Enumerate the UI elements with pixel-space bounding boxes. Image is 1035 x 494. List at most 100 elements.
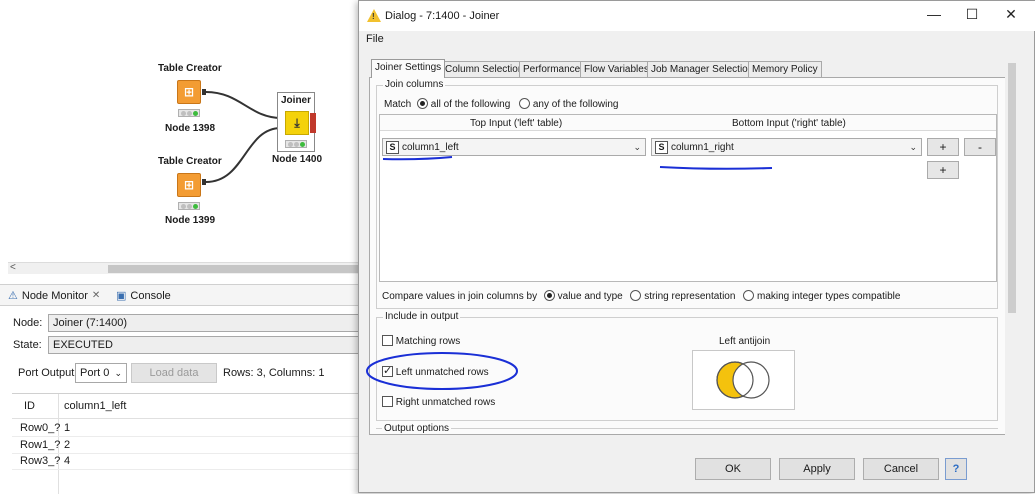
join-columns-group: Join columns Match all of the following … bbox=[376, 79, 998, 309]
node-1399-label: Node 1399 bbox=[165, 215, 216, 226]
load-data-button[interactable]: Load data bbox=[131, 363, 217, 383]
ok-button[interactable]: OK bbox=[695, 458, 771, 480]
match-any-radio[interactable] bbox=[519, 98, 531, 109]
add-condition-button[interactable]: + bbox=[927, 161, 959, 179]
table-icon[interactable]: ⊞ bbox=[177, 80, 201, 104]
add-row-button[interactable]: + bbox=[927, 138, 959, 156]
canvas-horizontal-scrollbar[interactable]: < bbox=[8, 262, 360, 274]
match-all-radio[interactable] bbox=[417, 98, 429, 109]
compare-label: Compare values in join columns by bbox=[382, 291, 538, 302]
node-1398-output-port[interactable] bbox=[202, 89, 206, 95]
compare-integer-radio[interactable] bbox=[743, 290, 755, 301]
match-label: Match bbox=[384, 99, 412, 110]
remove-row-button[interactable]: - bbox=[964, 138, 996, 156]
tab-flow-variables[interactable]: Flow Variables bbox=[580, 61, 653, 77]
row-value: 1 bbox=[64, 422, 71, 434]
state-label: State: bbox=[13, 339, 42, 351]
menu-file[interactable]: File bbox=[366, 33, 384, 45]
table-icon[interactable]: ⊞ bbox=[177, 173, 201, 197]
venn-icon bbox=[716, 361, 770, 399]
compare-value-type-label: value and type bbox=[557, 291, 623, 302]
joiner-dialog: ! Dialog - 7:1400 - Joiner — ☐ ✕ File Jo… bbox=[358, 0, 1035, 493]
output-options-title: Output options bbox=[382, 423, 452, 434]
tab-job-manager-selection[interactable]: Job Manager Selection bbox=[647, 61, 758, 77]
port-select-value: Port 0 bbox=[80, 367, 110, 379]
dialog-title: Dialog - 7:1400 - Joiner bbox=[385, 10, 500, 22]
workflow-canvas[interactable]: Table Creator ⊞ Node 1398 Table Creator … bbox=[0, 0, 360, 262]
join-columns-title: Join columns bbox=[383, 79, 446, 90]
include-output-group: Include in output Matching rows Left unm… bbox=[376, 311, 998, 421]
cancel-button[interactable]: Cancel bbox=[863, 458, 939, 480]
left-unmatched-option[interactable]: Left unmatched rows bbox=[382, 364, 489, 378]
row-value: 2 bbox=[64, 439, 71, 451]
help-button[interactable]: ? bbox=[945, 458, 967, 480]
compare-value-type-radio[interactable] bbox=[543, 290, 555, 301]
dialog-titlebar[interactable]: ! Dialog - 7:1400 - Joiner — ☐ ✕ bbox=[359, 1, 1035, 31]
close-icon[interactable]: ✕ bbox=[92, 290, 100, 301]
right-unmatched-checkbox[interactable] bbox=[382, 396, 393, 407]
joiner-status-light bbox=[285, 140, 307, 148]
right-unmatched-label: Right unmatched rows bbox=[395, 397, 496, 408]
joiner-node-label: Node 1400 bbox=[272, 154, 323, 165]
match-row: Match all of the following any of the fo… bbox=[384, 98, 618, 110]
venn-title: Left antijoin bbox=[719, 336, 771, 347]
compare-string-label: string representation bbox=[644, 291, 736, 302]
tab-memory-policy[interactable]: Memory Policy bbox=[748, 61, 822, 77]
compare-integer-label: making integer types compatible bbox=[757, 291, 901, 302]
joiner-node-title: Joiner bbox=[281, 95, 312, 106]
string-type-icon: S bbox=[386, 140, 399, 154]
data-table: ID column1_left Row0_? 1 Row1_? 2 Row3_?… bbox=[12, 393, 360, 494]
include-output-title: Include in output bbox=[383, 311, 461, 322]
tab-node-monitor-label: Node Monitor bbox=[21, 289, 88, 302]
dialog-vertical-scrollbar[interactable] bbox=[1005, 49, 1019, 435]
left-column-value: column1_left bbox=[402, 141, 459, 153]
row-id: Row1_? bbox=[20, 439, 61, 451]
dialog-menubar: File bbox=[359, 31, 1035, 49]
node-monitor-panel: Node: Joiner (7:1400) State: EXECUTED Po… bbox=[0, 306, 360, 494]
left-unmatched-checkbox[interactable] bbox=[382, 364, 393, 377]
console-icon: ▣ bbox=[116, 290, 127, 302]
output-options-group: Output options bbox=[376, 423, 998, 436]
joiner-settings-content: Join columns Match all of the following … bbox=[369, 77, 1017, 435]
tab-column-selection[interactable]: Column Selection bbox=[441, 61, 528, 77]
node-1398-status-light bbox=[178, 109, 200, 117]
venn-diagram bbox=[692, 350, 795, 410]
tab-joiner-settings[interactable]: Joiner Settings bbox=[371, 59, 446, 78]
port-output-label: Port Output bbox=[18, 367, 75, 379]
left-column-select[interactable]: S column1_left ⌄ bbox=[382, 138, 646, 156]
chevron-down-icon: ⌄ bbox=[909, 141, 917, 152]
node-label: Node: bbox=[13, 317, 43, 329]
match-all-label: all of the following bbox=[430, 99, 511, 110]
table-header-id: ID bbox=[24, 400, 35, 412]
node-1399-title: Table Creator bbox=[158, 156, 222, 167]
matching-rows-option[interactable]: Matching rows bbox=[382, 335, 460, 347]
join-icon[interactable]: ⤓ bbox=[285, 111, 309, 135]
right-unmatched-option[interactable]: Right unmatched rows bbox=[382, 396, 495, 408]
rows-info: Rows: 3, Columns: 1 bbox=[223, 367, 325, 379]
port-select[interactable]: Port 0 ⌄ bbox=[75, 363, 127, 383]
minimize-icon[interactable]: — bbox=[919, 6, 949, 26]
apply-button[interactable]: Apply bbox=[779, 458, 855, 480]
matching-rows-label: Matching rows bbox=[395, 336, 461, 347]
maximize-icon[interactable]: ☐ bbox=[957, 6, 987, 26]
joiner-output-ports[interactable] bbox=[310, 113, 316, 133]
state-field: EXECUTED bbox=[48, 336, 360, 354]
close-icon[interactable]: ✕ bbox=[996, 6, 1026, 26]
compare-string-radio[interactable] bbox=[630, 290, 642, 301]
node-1399-output-port[interactable] bbox=[202, 179, 206, 185]
scroll-left-icon[interactable]: < bbox=[10, 262, 16, 273]
left-unmatched-label: Left unmatched rows bbox=[395, 367, 489, 378]
matching-rows-checkbox[interactable] bbox=[382, 335, 393, 346]
panel-tab-bar: ⚠ Node Monitor ✕ ▣ Console bbox=[0, 284, 360, 306]
monitor-icon: ⚠ bbox=[8, 290, 18, 302]
right-column-select[interactable]: S column1_right ⌄ bbox=[651, 138, 922, 156]
tab-console-label: Console bbox=[130, 289, 171, 302]
scrollbar-thumb[interactable] bbox=[108, 265, 360, 273]
tab-node-monitor[interactable]: ⚠ Node Monitor ✕ bbox=[8, 289, 100, 303]
scrollbar-thumb[interactable] bbox=[1008, 63, 1016, 313]
node-1398-title: Table Creator bbox=[158, 63, 222, 74]
table-header-column1-left: column1_left bbox=[64, 400, 127, 412]
tab-performance[interactable]: Performance bbox=[519, 61, 585, 77]
row-id: Row3_? bbox=[20, 455, 61, 467]
tab-console[interactable]: ▣ Console bbox=[116, 289, 171, 303]
